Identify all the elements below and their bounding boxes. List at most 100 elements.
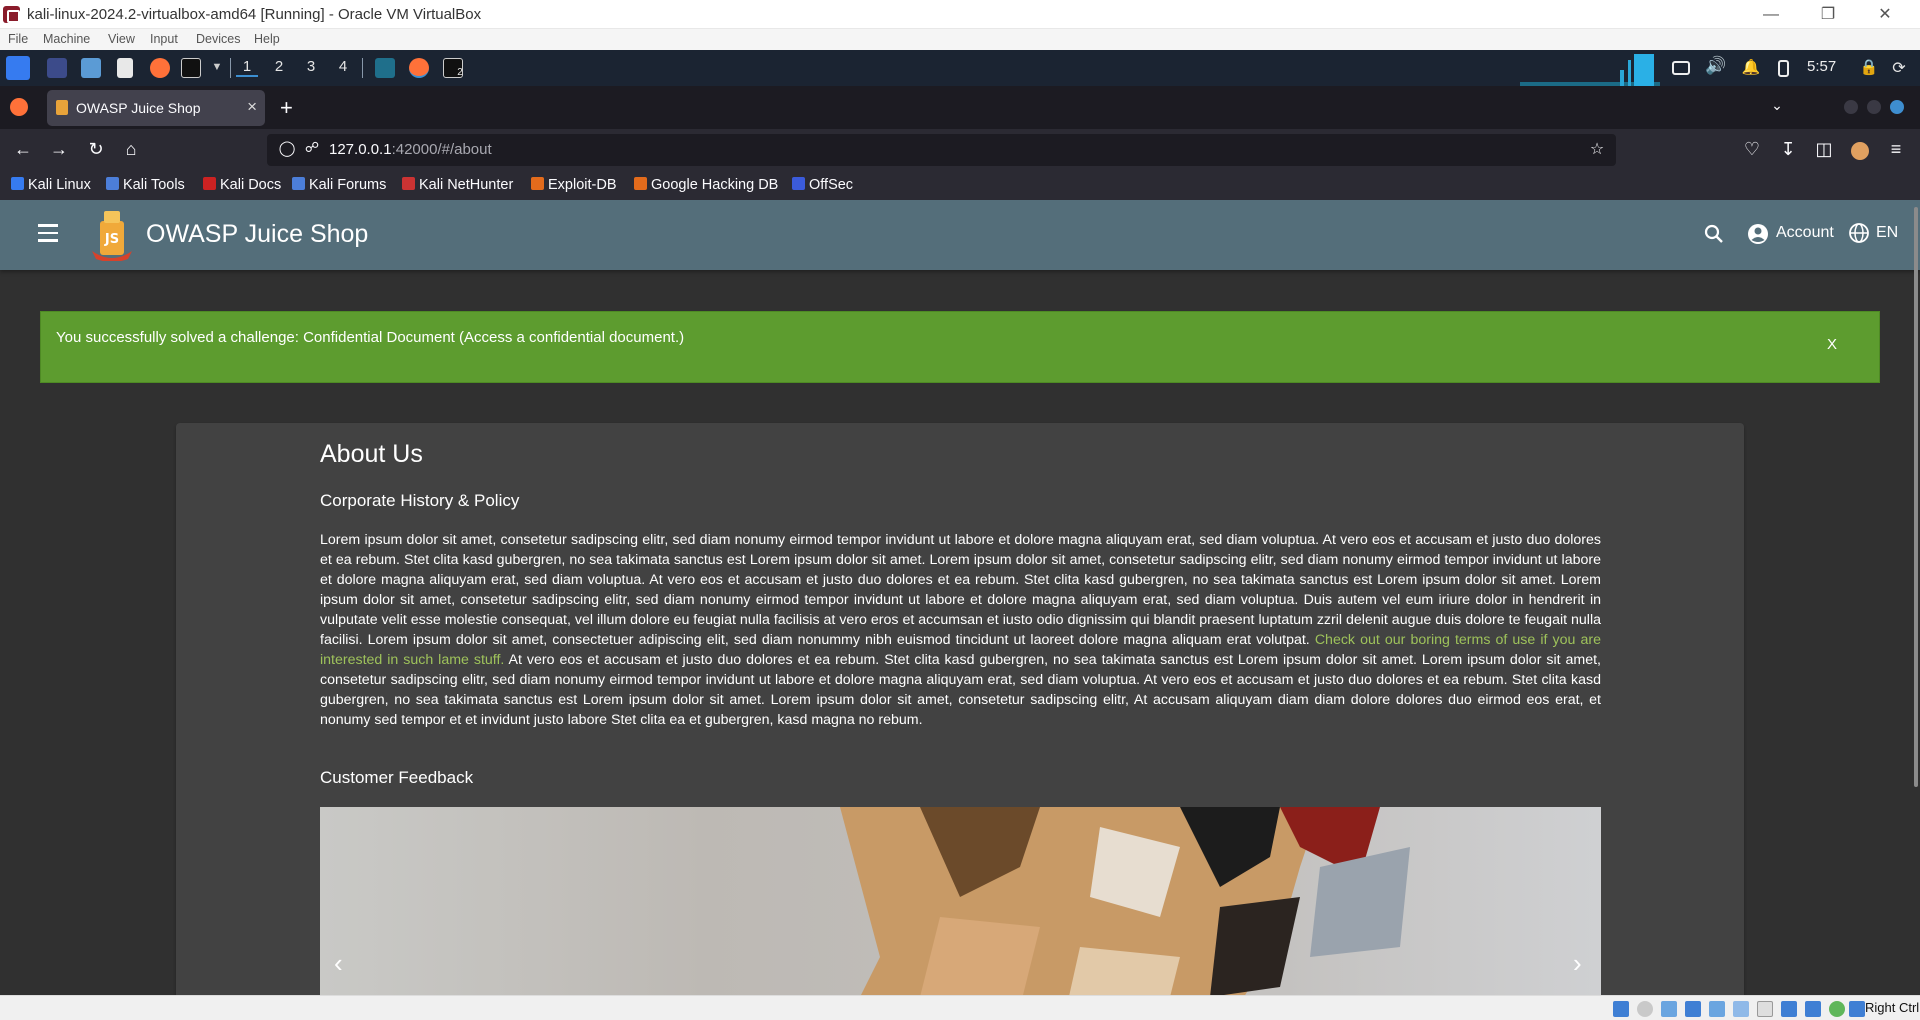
google-hacking-db-icon (634, 177, 647, 190)
hamburger-menu-icon[interactable]: ≡ (1884, 139, 1908, 160)
display-icon[interactable] (1672, 61, 1690, 75)
downloads-icon[interactable]: ↧ (1776, 139, 1800, 160)
sidenav-menu-icon[interactable] (38, 224, 58, 247)
volume-icon[interactable]: 🔊 (1705, 56, 1727, 76)
terminal-launcher-icon[interactable] (181, 58, 201, 78)
firefox-view-icon[interactable] (10, 98, 28, 116)
bookmark-item[interactable]: Exploit-DB (531, 177, 617, 193)
language-label: EN (1876, 224, 1899, 241)
kali-forums-icon (292, 177, 305, 190)
back-icon[interactable]: ← (11, 139, 35, 160)
vm-menubar: File Machine View Input Devices Help (0, 29, 1920, 50)
host-key-label: Right Ctrl (1865, 1000, 1920, 1015)
kali-nethunter-icon (402, 177, 415, 190)
bookmark-item[interactable]: Kali Linux (11, 177, 91, 193)
kali-menu-icon[interactable] (6, 56, 30, 80)
cpu-graph-icon (1520, 54, 1660, 86)
close-tab-icon[interactable]: × (247, 97, 257, 117)
bookmark-item[interactable]: OffSec (792, 177, 853, 193)
close-notification-button[interactable]: X (1827, 336, 1837, 353)
vm-statusbar: Right Ctrl (0, 995, 1920, 1020)
battery-icon[interactable] (1778, 60, 1789, 77)
tab-juice-shop[interactable]: OWASP Juice Shop × (47, 90, 265, 126)
reload-icon[interactable]: ↻ (84, 139, 108, 160)
file-manager-icon[interactable] (81, 58, 101, 78)
account-button[interactable]: Account (1746, 222, 1834, 246)
vm-hard-disk-icon[interactable] (1613, 1001, 1629, 1017)
maximize-browser-button[interactable] (1867, 100, 1881, 114)
firefox-launcher-icon[interactable] (150, 58, 170, 78)
bookmarks-toolbar: Kali Linux Kali Tools Kali Docs Kali For… (0, 172, 1920, 200)
vm-optical-drive-icon[interactable] (1637, 1001, 1653, 1017)
workspace-3[interactable]: 3 (300, 58, 322, 75)
power-icon[interactable]: ⟳ (1888, 58, 1910, 78)
address-bar[interactable]: ◯ ☍ 127.0.0.1:42000/#/about ☆ (267, 134, 1616, 166)
language-button[interactable]: EN (1848, 222, 1898, 249)
restore-button[interactable]: ❐ (1801, 0, 1855, 29)
chevron-down-icon[interactable]: ▼ (206, 61, 228, 73)
vm-audio-icon[interactable] (1661, 1001, 1677, 1017)
svg-text:JS: JS (104, 232, 119, 247)
url-text[interactable]: 127.0.0.1:42000/#/about (329, 141, 492, 158)
terminal-count-badge: 2 (457, 67, 463, 78)
bookmark-item[interactable]: Google Hacking DB (634, 177, 778, 193)
vm-recording-icon[interactable] (1781, 1001, 1797, 1017)
workspace-1[interactable]: 1 (236, 58, 258, 77)
bookmark-item[interactable]: Kali NetHunter (402, 177, 513, 193)
menu-machine[interactable]: Machine (43, 32, 90, 46)
new-tab-button[interactable]: + (280, 95, 293, 121)
show-desktop-icon[interactable] (47, 58, 67, 78)
globe-icon (1849, 223, 1869, 243)
vm-mouse-integration-icon[interactable] (1829, 1001, 1845, 1017)
text-editor-icon[interactable] (117, 58, 133, 78)
task-app-icon[interactable] (375, 58, 395, 78)
tab-title: OWASP Juice Shop (76, 100, 201, 116)
menu-help[interactable]: Help (254, 32, 280, 46)
clock[interactable]: 5:57 (1807, 58, 1836, 75)
account-avatar-icon[interactable] (1851, 142, 1869, 160)
carousel-prev-button[interactable]: ‹ (334, 948, 343, 979)
shield-icon[interactable]: ◯ (275, 139, 299, 157)
close-browser-button[interactable] (1890, 100, 1904, 114)
bookmark-item[interactable]: Kali Tools (106, 177, 185, 193)
feedback-carousel: ‹ › (320, 807, 1601, 995)
home-icon[interactable]: ⌂ (119, 139, 143, 160)
menu-devices[interactable]: Devices (196, 32, 240, 46)
page-title: About Us (320, 440, 423, 468)
extensions-icon[interactable]: ◫ (1812, 139, 1836, 160)
search-icon[interactable] (1702, 222, 1726, 246)
menu-file[interactable]: File (8, 32, 28, 46)
notifications-icon[interactable]: 🔔 (1740, 58, 1762, 76)
desktop-panel: ▼ 1 2 3 4 2 🔊 🔔 5:57 🔒 ⟳ (0, 50, 1920, 86)
pocket-icon[interactable]: ♡ (1740, 139, 1764, 160)
forward-icon[interactable]: → (47, 139, 71, 160)
vm-keyboard-icon[interactable] (1849, 1001, 1865, 1017)
bookmark-item[interactable]: Kali Forums (292, 177, 386, 193)
page-scrollbar[interactable] (1914, 207, 1918, 787)
task-firefox-icon[interactable] (409, 58, 429, 78)
bookmark-star-icon[interactable]: ☆ (1585, 139, 1609, 159)
vm-display-icon[interactable] (1757, 1001, 1773, 1017)
workspace-4[interactable]: 4 (332, 58, 354, 75)
juice-shop-logo-icon[interactable]: JS (88, 207, 136, 261)
lock-icon[interactable]: 🔒 (1858, 58, 1880, 76)
juice-shop-favicon-icon (56, 100, 68, 115)
minimize-button[interactable]: — (1744, 0, 1798, 29)
menu-view[interactable]: View (108, 32, 135, 46)
page-info-icon[interactable]: ☍ (300, 139, 324, 156)
list-all-tabs-icon[interactable]: ⌄ (1766, 97, 1788, 114)
minimize-browser-button[interactable] (1844, 100, 1858, 114)
bookmark-item[interactable]: Kali Docs (203, 177, 281, 193)
workspace-2[interactable]: 2 (268, 58, 290, 75)
vm-cpu-icon[interactable] (1805, 1001, 1821, 1017)
kali-docs-icon (203, 177, 216, 190)
app-title[interactable]: OWASP Juice Shop (146, 220, 368, 249)
menu-input[interactable]: Input (150, 32, 178, 46)
vm-usb-icon[interactable] (1709, 1001, 1725, 1017)
vm-shared-folders-icon[interactable] (1733, 1001, 1749, 1017)
carousel-next-button[interactable]: › (1573, 948, 1582, 979)
section-heading-feedback: Customer Feedback (320, 768, 474, 787)
close-window-button[interactable]: ✕ (1858, 0, 1912, 29)
vm-network-icon[interactable] (1685, 1001, 1701, 1017)
feedback-image (320, 807, 1601, 995)
